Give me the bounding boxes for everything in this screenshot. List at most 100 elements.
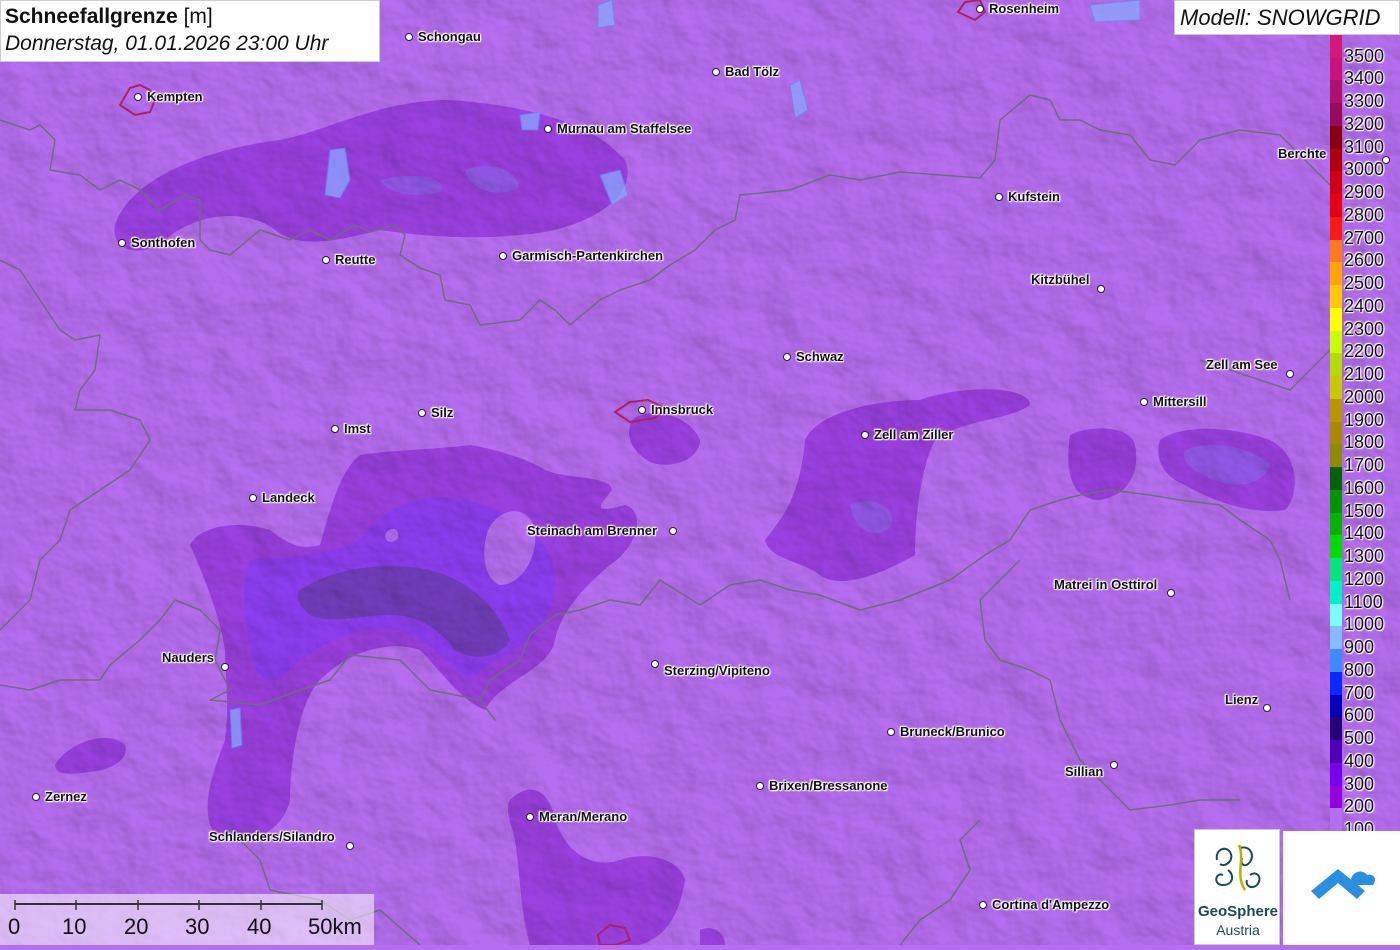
legend-swatch [1330,694,1342,718]
city-marker [221,663,229,671]
lake-6 [229,707,243,749]
city-marker [651,660,659,668]
legend-item: 3500 [1328,35,1400,66]
legend-swatch [1330,125,1342,149]
legend-swatch [1330,444,1342,468]
city-label: Meran/Merano [539,809,628,824]
city-marker [1167,589,1175,597]
city-label: Schwaz [796,349,844,364]
city-label: Cortina d'Ampezzo [992,897,1110,912]
city-label: Murnau am Staffelsee [557,121,692,136]
snowline-map[interactable] [0,0,1400,945]
city-label: Schongau [418,29,481,44]
scale-label: 20 [124,914,148,939]
legend-item: 200 [1328,785,1400,816]
city-marker [669,527,677,535]
city-label: Reutte [335,252,376,267]
legend-swatch [1330,785,1342,809]
legend-item: 2900 [1328,171,1400,202]
austria-text: Austria [1216,922,1260,938]
city-label: Sonthofen [131,235,196,250]
city-label: Zernez [45,789,87,804]
legend-swatch [1330,626,1342,650]
legend-item: 300 [1328,762,1400,794]
city-marker [32,793,40,801]
legend-swatch [1330,467,1342,490]
city-label: Steinach am Brenner [527,523,658,538]
scale-label: 10 [62,914,86,939]
city-marker [249,494,257,502]
legend-swatch [1330,603,1342,627]
city-label: Nauders [162,650,215,665]
title-box: Schneefallgrenze [m] Donnerstag, 01.01.2… [0,0,380,62]
legend-swatch [1330,398,1342,422]
legend-swatch [1330,80,1342,104]
city-marker [331,425,339,433]
city-marker [976,5,984,13]
cloud-mountain-icon [1311,869,1376,899]
legend-swatch [1330,535,1342,559]
legend-item: 700 [1328,671,1400,703]
legend-item: 400 [1328,740,1400,771]
scale-bar-graphic: 0 10 20 30 40 50km [8,900,362,939]
legend-swatch [1330,239,1342,263]
scale-labels: 0 10 20 30 40 50km [8,914,362,939]
legend-item: 1900 [1328,398,1400,430]
legend-item: 2100 [1328,353,1400,384]
city-label: Imst [344,421,371,436]
city-marker [979,901,987,909]
city-marker [756,782,764,790]
city-marker [887,728,895,736]
legend-item: 100 [1328,808,1400,839]
scale-bar: 0 10 20 30 40 50km [0,894,374,945]
lake-3 [519,111,541,131]
city-label: Schlanders/Silandro [209,829,335,844]
legend-swatch [1330,762,1342,786]
scale-label: 40 [247,914,271,939]
legend-item: 2600 [1328,239,1400,270]
legend-item: 500 [1328,717,1400,748]
city-label: Bad Tölz [725,64,780,79]
legend-swatch [1330,512,1342,536]
legend-swatch [1330,194,1342,217]
city-label: Zell am Ziller [874,427,954,442]
legend-swatch [1330,421,1342,445]
legend-item: 3000 [1328,148,1400,179]
city-marker [995,193,1003,201]
city-label: Brixen/Bressanone [769,778,888,793]
city-marker [712,68,720,76]
legend-item: 600 [1328,694,1400,725]
scale-label: 30 [185,914,209,939]
city-label: Landeck [262,490,315,505]
legend-swatch [1330,808,1342,831]
legend-swatch [1330,216,1342,240]
city-label: Mittersill [1153,394,1207,409]
legend-swatch [1330,558,1342,581]
legend-swatch [1330,740,1342,763]
city-label: Sterzing/Vipiteno [664,663,770,678]
legend-item: 3400 [1328,57,1400,88]
scale-label: 0 [8,914,20,939]
legend-item: 1800 [1328,421,1400,452]
lake-4 [597,0,616,29]
legend-swatch [1330,489,1342,513]
legend-swatch [1330,307,1342,331]
legend-item: 2700 [1328,216,1400,248]
legend-swatch [1330,57,1342,81]
legend-item: 1100 [1328,580,1400,612]
legend-swatch [1330,148,1342,172]
legend-item: 2000 [1328,376,1400,407]
legend-item: 900 [1328,626,1400,657]
color-legend: 3500 3400 3300 3200 3100 3000 2900 2800 2700 2600… [1328,35,1400,839]
city-label: Rosenheim [989,1,1060,16]
legend-item: 1600 [1328,467,1400,498]
map-title: Schneefallgrenze [m] [5,5,213,28]
geosphere-text: GeoSphere [1197,903,1279,920]
city-marker [118,239,126,247]
geosphere-logo: GeoSphere Austria [1194,829,1280,945]
city-label: Bruneck/Brunico [900,724,1005,739]
legend-item: 2300 [1328,307,1400,339]
legend-item: 1200 [1328,558,1400,589]
city-marker [1286,370,1294,378]
city-marker [1140,398,1148,406]
